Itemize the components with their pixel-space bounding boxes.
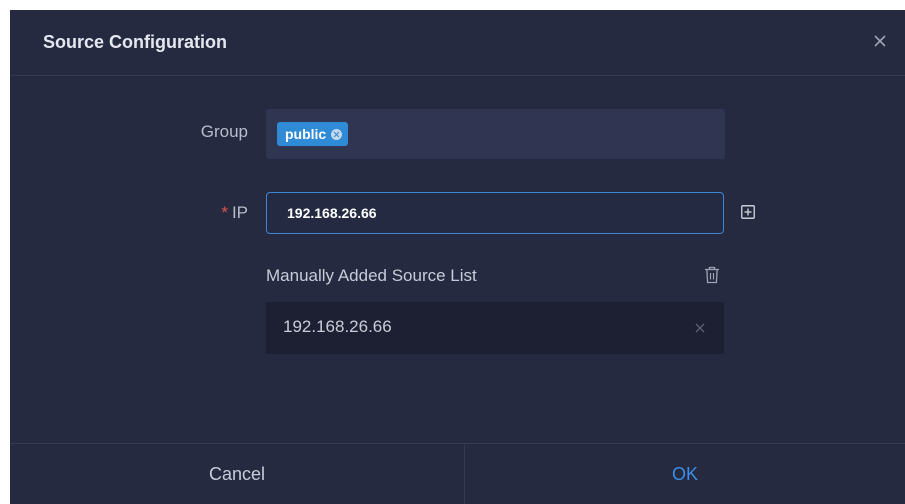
group-tag: public	[277, 122, 349, 146]
close-icon[interactable]	[869, 30, 891, 52]
close-icon[interactable]	[694, 322, 706, 334]
cancel-button[interactable]: Cancel	[10, 444, 465, 504]
list-item: 192.168.26.66	[266, 302, 724, 354]
ok-button[interactable]: OK	[465, 444, 905, 504]
dialog-footer: Cancel OK	[10, 443, 905, 504]
group-select[interactable]: public	[266, 109, 725, 159]
plus-square-icon[interactable]	[741, 205, 755, 219]
required-mark: *	[221, 203, 228, 222]
dialog-title: Source Configuration	[43, 32, 227, 52]
ip-label-text: IP	[231, 203, 248, 222]
ip-label: * IP	[150, 203, 248, 223]
group-label: Group	[200, 122, 248, 141]
source-configuration-dialog: Source Configuration Group public *IP Ma…	[10, 10, 905, 504]
group-tag-label: public	[285, 126, 327, 142]
source-list-title: Manually Added Source List	[266, 266, 477, 285]
source-ip-text: 192.168.26.66	[283, 317, 392, 336]
ip-input[interactable]	[266, 192, 724, 234]
remove-tag-icon[interactable]	[331, 128, 343, 140]
trash-icon[interactable]	[704, 266, 720, 284]
dialog-header: Source Configuration	[10, 10, 905, 76]
